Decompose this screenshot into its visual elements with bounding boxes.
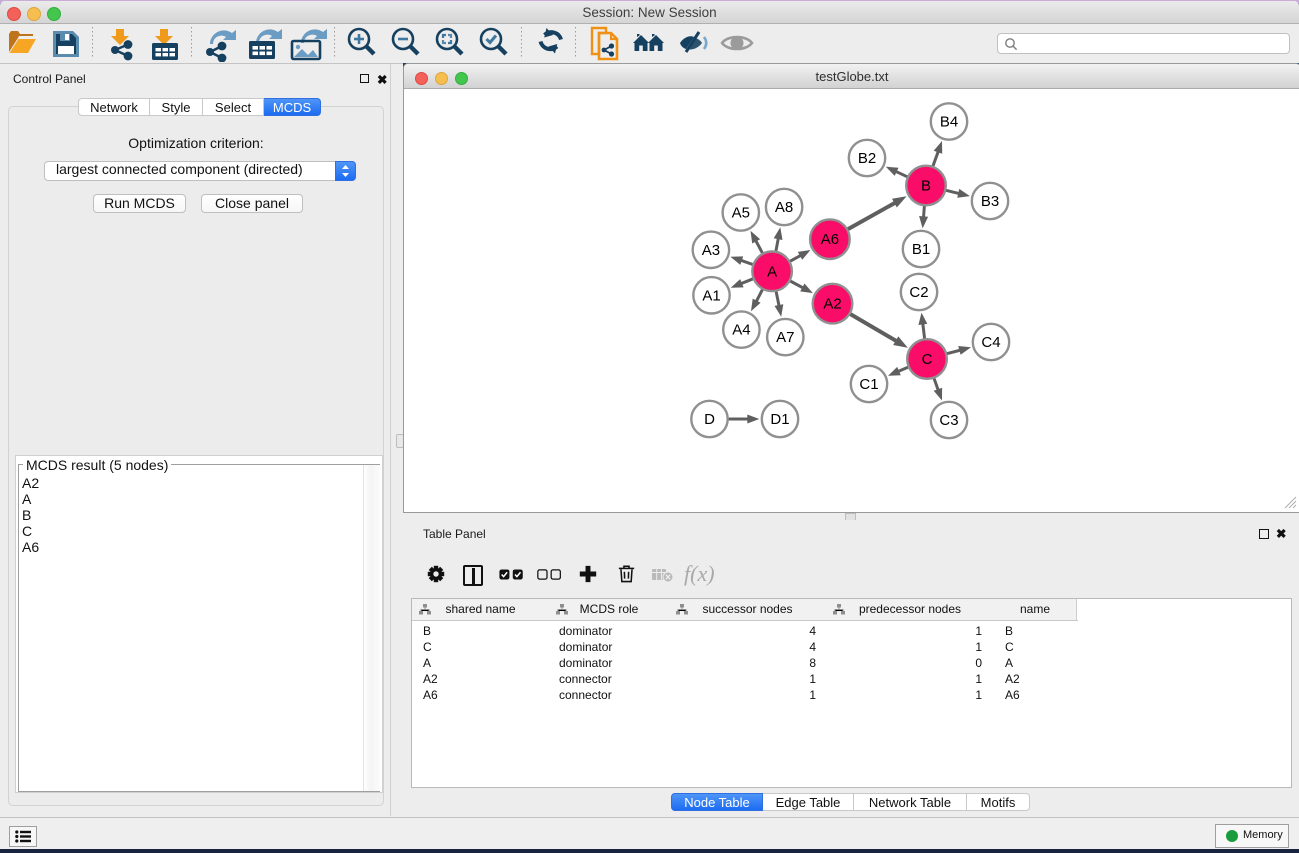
svg-text:A5: A5 <box>732 205 750 222</box>
svg-text:B4: B4 <box>940 114 958 131</box>
svg-text:C: C <box>922 351 933 368</box>
svg-text:D1: D1 <box>770 411 789 428</box>
svg-text:C4: C4 <box>981 334 1000 351</box>
svg-text:B3: B3 <box>981 193 999 210</box>
svg-text:B2: B2 <box>858 150 876 167</box>
svg-text:A3: A3 <box>702 242 720 259</box>
svg-text:B1: B1 <box>912 241 930 258</box>
svg-text:A: A <box>767 263 777 280</box>
svg-text:A8: A8 <box>775 199 793 216</box>
svg-text:A1: A1 <box>702 287 720 304</box>
svg-text:B: B <box>921 178 931 195</box>
svg-text:C1: C1 <box>859 376 878 393</box>
svg-text:D: D <box>704 411 715 428</box>
svg-text:A2: A2 <box>823 296 841 313</box>
svg-text:A7: A7 <box>776 329 794 346</box>
svg-text:C2: C2 <box>909 284 928 301</box>
svg-text:A6: A6 <box>821 231 839 248</box>
svg-text:A4: A4 <box>732 322 750 339</box>
svg-text:C3: C3 <box>939 412 958 429</box>
